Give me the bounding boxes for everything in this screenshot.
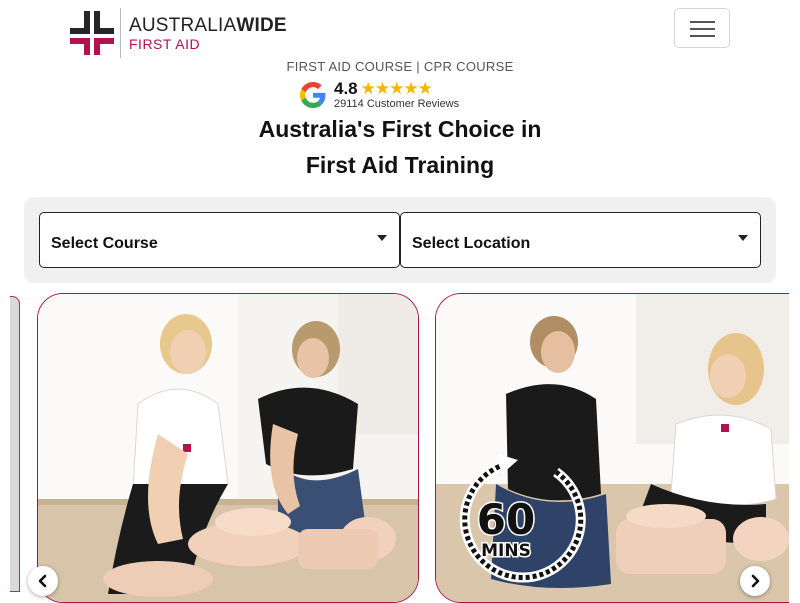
google-rating[interactable]: 4.8 ★★★★★ 29114 Customer Reviews [300, 79, 459, 110]
menu-toggle-button[interactable] [674, 8, 730, 48]
page-title-line1: Australia's First Choice in [258, 116, 542, 142]
logo-wordmark: AUSTRALIAWIDE FIRST AID [129, 16, 287, 51]
brand-name-light: AUSTRALIA [129, 14, 237, 36]
hamburger-icon [690, 21, 715, 23]
carousel-card-60-min-course[interactable]: 60 MINS [435, 293, 789, 603]
hamburger-icon-line [690, 28, 715, 30]
carousel-card-previous-edge[interactable] [10, 296, 20, 592]
review-count: 29114 Customer Reviews [334, 98, 460, 110]
location-select[interactable]: Select Location [400, 212, 761, 268]
badge-unit: MINS [481, 541, 531, 561]
rating-stars: ★★★★★ [360, 79, 433, 98]
course-select-label: Select Course [51, 235, 158, 252]
carousel-prev-button[interactable] [28, 566, 58, 596]
cpr-training-photo [38, 294, 418, 602]
hamburger-icon-line [690, 35, 715, 37]
chevron-left-icon [38, 574, 47, 588]
course-select[interactable]: Select Course [39, 212, 400, 268]
page-title: Australia's First Choice in First Aid Tr… [0, 111, 800, 183]
carousel-card-cpr-training[interactable] [37, 293, 419, 603]
caret-down-icon [738, 235, 748, 241]
brand-logo[interactable]: AUSTRALIAWIDE FIRST AID [70, 8, 287, 58]
course-subheading: FIRST AID COURSE | CPR COURSE [286, 59, 514, 74]
course-search-panel: Select Course Select Location [24, 197, 776, 283]
google-icon [300, 81, 326, 108]
logo-cross-icon [70, 11, 114, 55]
carousel-next-button[interactable] [740, 566, 770, 596]
brand-tagline: FIRST AID [129, 35, 201, 52]
sixty-minute-course-photo: 60 MINS [436, 294, 789, 602]
badge-number: 60 [477, 495, 535, 544]
logo-divider [120, 8, 121, 58]
location-select-label: Select Location [412, 235, 531, 252]
rating-score: 4.8 [334, 79, 358, 98]
chevron-right-icon [751, 574, 760, 588]
brand-name-bold: WIDE [236, 14, 287, 36]
page-title-line2: First Aid Training [305, 152, 495, 178]
caret-down-icon [377, 235, 387, 241]
